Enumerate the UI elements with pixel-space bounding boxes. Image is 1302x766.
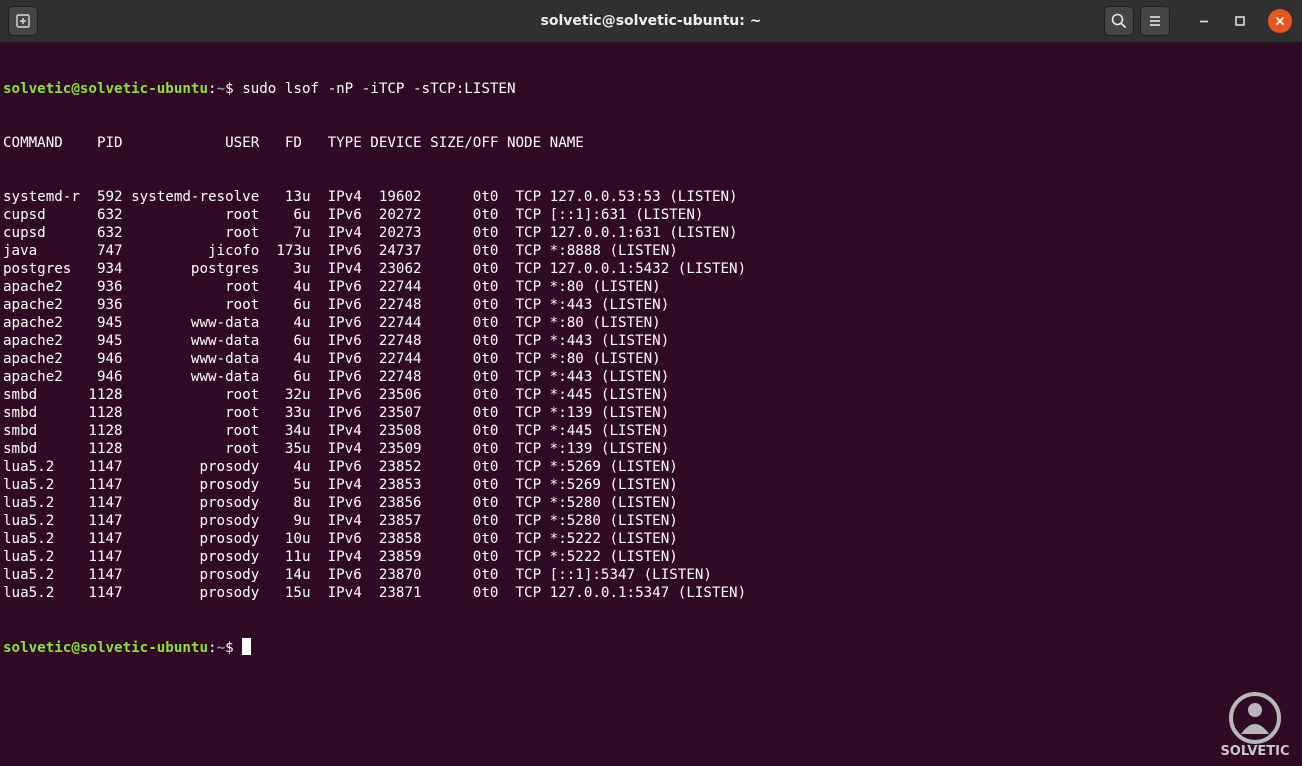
lsof-row: lua5.2 1147 prosody 15u IPv4 23871 0t0 T…	[3, 585, 747, 601]
terminal-window: solvetic@solvetic-ubuntu: ~ solvetic@sol…	[0, 0, 1302, 766]
command-text: sudo lsof -nP -iTCP -sTCP:LISTEN	[242, 81, 516, 97]
lsof-row: java 747 jicofo 173u IPv6 24737 0t0 TCP …	[3, 243, 678, 259]
active-prompt-line[interactable]: solvetic@solvetic-ubuntu:~$	[3, 638, 1293, 656]
lsof-row: lua5.2 1147 prosody 14u IPv6 23870 0t0 T…	[3, 567, 712, 583]
lsof-row: lua5.2 1147 prosody 10u IPv6 23858 0t0 T…	[3, 531, 678, 547]
lsof-row: smbd 1128 root 33u IPv6 23507 0t0 TCP *:…	[3, 405, 670, 421]
text-cursor	[242, 638, 252, 655]
lsof-row: systemd-r 592 systemd-resolve 13u IPv4 1…	[3, 189, 738, 205]
prompt-user-host: solvetic@solvetic-ubuntu	[3, 81, 208, 97]
prompt-path: ~	[216, 81, 226, 97]
maximize-button[interactable]	[1228, 9, 1252, 33]
scrollbar[interactable]	[1294, 44, 1300, 760]
terminal-output[interactable]: solvetic@solvetic-ubuntu:~$ sudo lsof -n…	[3, 44, 1293, 764]
title-bar[interactable]: solvetic@solvetic-ubuntu: ~	[0, 0, 1302, 43]
solvetic-watermark: SOLVETIC	[1218, 690, 1292, 760]
watermark-text: SOLVETIC	[1220, 744, 1290, 759]
lsof-row: apache2 946 www-data 4u IPv6 22744 0t0 T…	[3, 351, 661, 367]
command-line: solvetic@solvetic-ubuntu:~$ sudo lsof -n…	[3, 80, 1293, 98]
lsof-row: apache2 936 root 6u IPv6 22748 0t0 TCP *…	[3, 297, 670, 313]
prompt-path: ~	[216, 640, 226, 656]
lsof-row: apache2 946 www-data 6u IPv6 22748 0t0 T…	[3, 369, 670, 385]
hamburger-menu-icon	[1150, 16, 1160, 26]
lsof-row: cupsd 632 root 6u IPv6 20272 0t0 TCP [::…	[3, 207, 704, 223]
lsof-row: smbd 1128 root 32u IPv6 23506 0t0 TCP *:…	[3, 387, 670, 403]
lsof-row: smbd 1128 root 35u IPv4 23509 0t0 TCP *:…	[3, 441, 670, 457]
prompt-symbol: $	[225, 81, 243, 97]
solvetic-logo-icon	[1229, 692, 1281, 744]
lsof-row: apache2 936 root 4u IPv6 22744 0t0 TCP *…	[3, 279, 661, 295]
lsof-row: lua5.2 1147 prosody 4u IPv6 23852 0t0 TC…	[3, 459, 678, 475]
minimize-icon	[1200, 20, 1208, 23]
lsof-row: lua5.2 1147 prosody 8u IPv6 23856 0t0 TC…	[3, 495, 678, 511]
lsof-row: postgres 934 postgres 3u IPv4 23062 0t0 …	[3, 261, 747, 277]
search-button[interactable]	[1104, 6, 1134, 36]
lsof-row: smbd 1128 root 34u IPv4 23508 0t0 TCP *:…	[3, 423, 670, 439]
prompt-separator: :	[208, 640, 217, 656]
close-icon	[1275, 16, 1285, 26]
lsof-header: COMMAND PID USER FD TYPE DEVICE SIZE/OFF…	[3, 135, 584, 151]
maximize-icon	[1235, 16, 1245, 26]
close-button[interactable]	[1268, 9, 1292, 33]
search-icon	[1111, 13, 1127, 29]
lsof-row: cupsd 632 root 7u IPv4 20273 0t0 TCP 127…	[3, 225, 738, 241]
lsof-row: lua5.2 1147 prosody 11u IPv4 23859 0t0 T…	[3, 549, 678, 565]
lsof-row: lua5.2 1147 prosody 5u IPv4 23853 0t0 TC…	[3, 477, 678, 493]
prompt-user-host: solvetic@solvetic-ubuntu	[3, 640, 208, 656]
prompt-separator: :	[208, 81, 217, 97]
minimize-button[interactable]	[1192, 9, 1216, 33]
lsof-row: lua5.2 1147 prosody 9u IPv4 23857 0t0 TC…	[3, 513, 678, 529]
lsof-rows: systemd-r 592 systemd-resolve 13u IPv4 1…	[3, 188, 1293, 602]
lsof-row: apache2 945 www-data 4u IPv6 22744 0t0 T…	[3, 315, 661, 331]
prompt-symbol: $	[225, 640, 243, 656]
menu-button[interactable]	[1140, 6, 1170, 36]
lsof-row: apache2 945 www-data 6u IPv6 22748 0t0 T…	[3, 333, 670, 349]
